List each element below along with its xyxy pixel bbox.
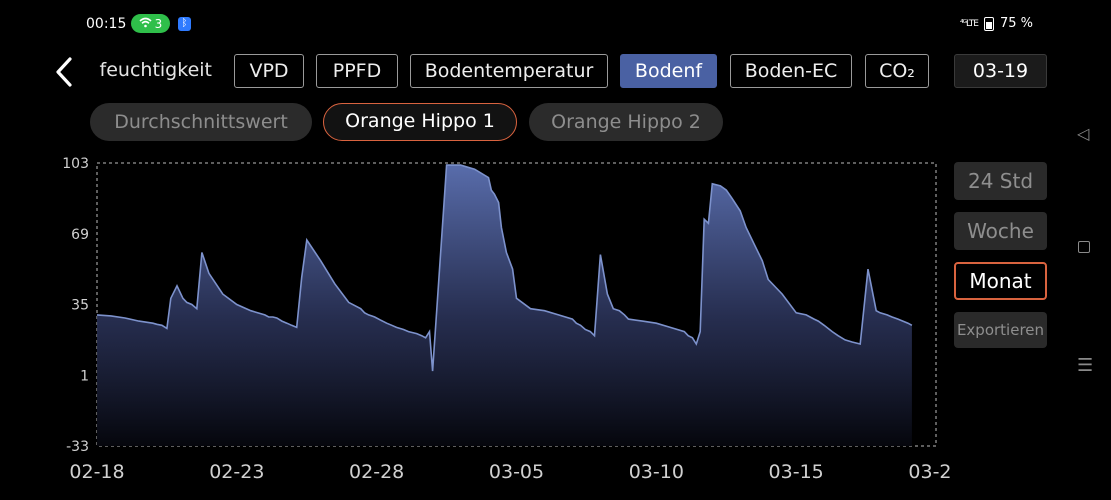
period-24h-button[interactable]: 24 Std xyxy=(954,162,1047,200)
sensor-average-pill[interactable]: Durchschnittswert xyxy=(90,103,312,141)
date-picker-button[interactable]: 03-19 xyxy=(954,54,1047,88)
status-time: 00:15 xyxy=(86,16,127,32)
export-button[interactable]: Exportieren xyxy=(954,312,1047,348)
y-tick-label: 35 xyxy=(71,298,89,314)
tab-boden-ec[interactable]: Boden-EC xyxy=(730,54,852,88)
y-axis-ticks: 103 69 35 1 -33 xyxy=(62,156,89,455)
wifi-icon xyxy=(139,17,152,31)
sensor-orange-hippo-1-pill[interactable]: Orange Hippo 1 xyxy=(323,103,517,141)
tab-bodentemperatur[interactable]: Bodentemperatur xyxy=(410,54,608,88)
system-home-icon[interactable] xyxy=(1078,241,1090,253)
tab-vpd[interactable]: VPD xyxy=(234,54,304,88)
x-tick-label: 03-10 xyxy=(629,461,684,483)
hotspot-count: 3 xyxy=(154,16,163,31)
tab-bodenfeuchtigkeit[interactable]: Bodenf xyxy=(620,54,717,88)
bluetooth-icon: ᛒ xyxy=(178,17,191,31)
y-tick-label: 103 xyxy=(62,156,89,172)
period-month-button[interactable]: Monat xyxy=(954,262,1047,300)
x-axis-ticks: 02-18 02-23 02-28 03-05 03-10 03-15 03-20 xyxy=(69,461,950,483)
y-tick-label: 69 xyxy=(71,227,89,243)
period-week-button[interactable]: Woche xyxy=(954,212,1047,250)
tab-co2[interactable]: CO₂ xyxy=(865,54,929,88)
x-tick-label: 03-05 xyxy=(489,461,544,483)
moisture-area xyxy=(97,165,912,446)
hotspot-badge: 3 xyxy=(131,14,170,33)
battery-level: 75 % xyxy=(999,16,1033,31)
status-right: ⁴ᴳLTE 75 % xyxy=(960,16,1033,31)
system-menu-icon[interactable]: ☰ xyxy=(1077,355,1093,376)
sensor-orange-hippo-2-pill[interactable]: Orange Hippo 2 xyxy=(529,103,723,141)
soil-moisture-chart: 103 69 35 1 -33 02-18 02-23 02-28 03-05 03-10 03-… xyxy=(62,156,950,483)
battery-icon xyxy=(983,16,994,31)
system-back-icon[interactable]: ◁ xyxy=(1077,124,1089,143)
tab-feuchtigkeit[interactable]: feuchtigkeit xyxy=(82,54,220,88)
x-tick-label: 02-18 xyxy=(69,461,124,483)
tab-ppfd[interactable]: PPFD xyxy=(316,54,398,88)
x-tick-label: 03-15 xyxy=(769,461,824,483)
chevron-left-icon xyxy=(56,57,72,87)
back-button[interactable] xyxy=(50,54,78,90)
signal-icon: ⁴ᴳLTE xyxy=(960,18,979,29)
x-tick-label: 02-23 xyxy=(209,461,264,483)
x-tick-label: 03-20 xyxy=(908,461,950,483)
x-tick-label: 02-28 xyxy=(349,461,404,483)
y-tick-label: 1 xyxy=(80,368,89,384)
y-tick-label: -33 xyxy=(66,439,89,455)
